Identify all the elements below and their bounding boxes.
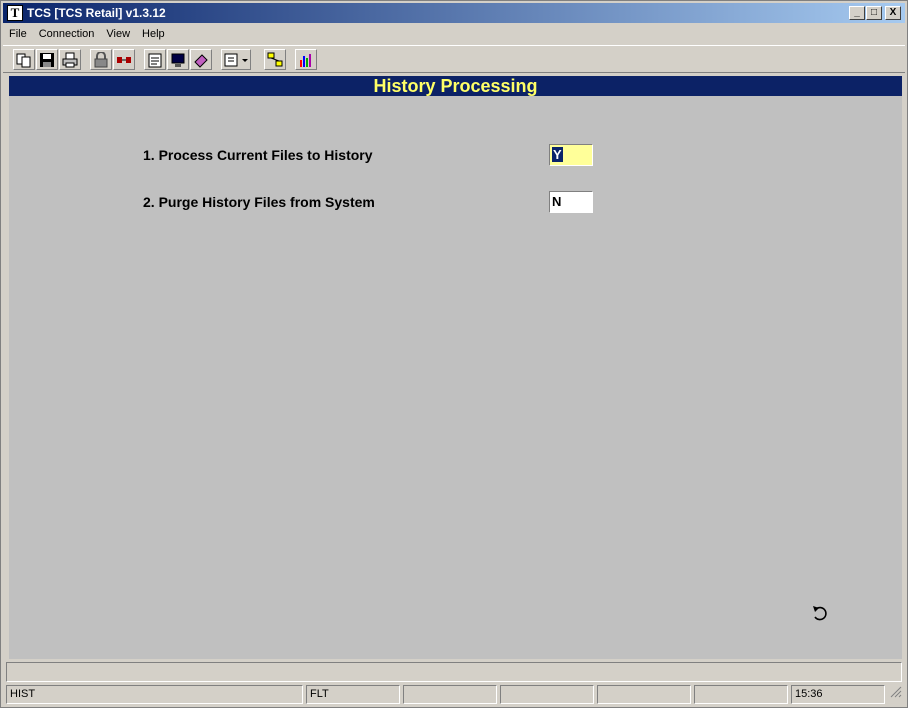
- status-bar: HIST FLT 15:36: [6, 685, 904, 705]
- status-cell-6: [694, 685, 788, 704]
- toolbar: [3, 45, 905, 73]
- monitor-icon[interactable]: [167, 49, 189, 70]
- document-dropdown-icon[interactable]: [221, 49, 251, 70]
- properties-icon[interactable]: [144, 49, 166, 70]
- window-title: TCS [TCS Retail] v1.3.12: [27, 6, 166, 20]
- option-2-label: 2. Purge History Files from System: [143, 194, 375, 210]
- app-icon[interactable]: T: [7, 5, 23, 21]
- eraser-icon[interactable]: [190, 49, 212, 70]
- menu-help[interactable]: Help: [136, 25, 171, 43]
- app-window: T TCS [TCS Retail] v1.3.12 _ □ X File Co…: [0, 0, 908, 708]
- print-icon[interactable]: [59, 49, 81, 70]
- main-panel: History Processing 1. Process Current Fi…: [9, 76, 902, 659]
- process-current-files-field[interactable]: Y: [549, 144, 593, 166]
- option-1-label: 1. Process Current Files to History: [143, 147, 373, 163]
- connect-icon[interactable]: [113, 49, 135, 70]
- message-bar: [6, 662, 902, 682]
- menu-view[interactable]: View: [100, 25, 136, 43]
- undo-icon[interactable]: [811, 603, 829, 628]
- resize-grip-icon[interactable]: [888, 684, 902, 703]
- menu-connection[interactable]: Connection: [33, 25, 101, 43]
- status-cell-4: [500, 685, 594, 704]
- status-cell-3: [403, 685, 497, 704]
- save-icon[interactable]: [36, 49, 58, 70]
- maximize-button[interactable]: □: [866, 6, 882, 20]
- status-mode: FLT: [306, 685, 400, 704]
- status-screen-code: HIST: [6, 685, 303, 704]
- status-cell-5: [597, 685, 691, 704]
- chart-icon[interactable]: [295, 49, 317, 70]
- lock-icon[interactable]: [90, 49, 112, 70]
- title-bar[interactable]: T TCS [TCS Retail] v1.3.12 _ □ X: [3, 3, 905, 23]
- copy-icon[interactable]: [13, 49, 35, 70]
- option-2-value: N: [552, 194, 562, 209]
- option-1-value: Y: [552, 147, 563, 162]
- page-title: History Processing: [9, 76, 902, 96]
- minimize-button[interactable]: _: [849, 6, 865, 20]
- network-icon[interactable]: [264, 49, 286, 70]
- close-button[interactable]: X: [885, 6, 901, 20]
- menu-bar: File Connection View Help: [3, 24, 905, 44]
- status-time: 15:36: [791, 685, 885, 704]
- menu-file[interactable]: File: [3, 25, 33, 43]
- purge-history-field[interactable]: N: [549, 191, 593, 213]
